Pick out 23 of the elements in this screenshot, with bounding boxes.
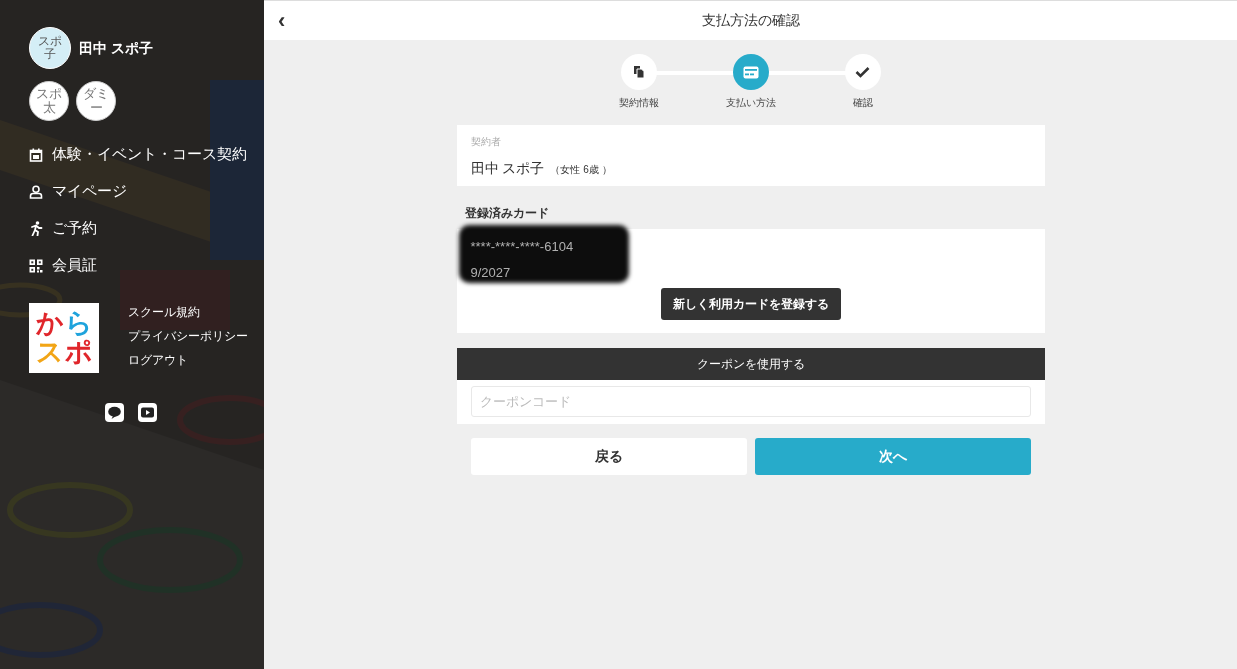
menu-item[interactable]: 体験・イベント・コース契約 bbox=[52, 143, 247, 166]
register-card-button[interactable]: 新しく利用カードを登録する bbox=[660, 288, 841, 320]
footer-link[interactable]: スクール規約 bbox=[128, 304, 248, 321]
step-label: 確認 bbox=[852, 96, 873, 110]
step-label: 支払い方法 bbox=[725, 96, 776, 110]
menu-item[interactable]: ご予約 bbox=[52, 217, 97, 240]
contractor-label: 契約者 bbox=[470, 135, 502, 149]
menu-item[interactable]: 会員証 bbox=[52, 254, 97, 277]
back-button[interactable]: 戻る bbox=[470, 438, 747, 475]
footer-link[interactable]: ログアウト bbox=[128, 352, 248, 369]
page-title: 支払方法の確認 bbox=[701, 11, 800, 30]
footer-link[interactable]: プライバシーポリシー bbox=[128, 328, 248, 345]
card-expiry: 9/2027 bbox=[470, 263, 512, 282]
step-label: 契約情報 bbox=[618, 96, 659, 110]
contractor-detail: （女性 6歳 ） bbox=[550, 163, 612, 177]
menu-item[interactable]: マイページ bbox=[52, 180, 127, 203]
back-button[interactable]: ‹ bbox=[278, 9, 286, 32]
coupon-header: クーポンを使用する bbox=[456, 348, 1045, 380]
section-heading: 登録済みカード bbox=[464, 205, 550, 222]
card-number: ****-****-****-6104 bbox=[470, 238, 574, 256]
user-name: 田中 スポ子 bbox=[79, 38, 153, 58]
contractor-name: 田中 スポ子 bbox=[470, 159, 545, 178]
logo: か ら スポ bbox=[29, 303, 99, 373]
